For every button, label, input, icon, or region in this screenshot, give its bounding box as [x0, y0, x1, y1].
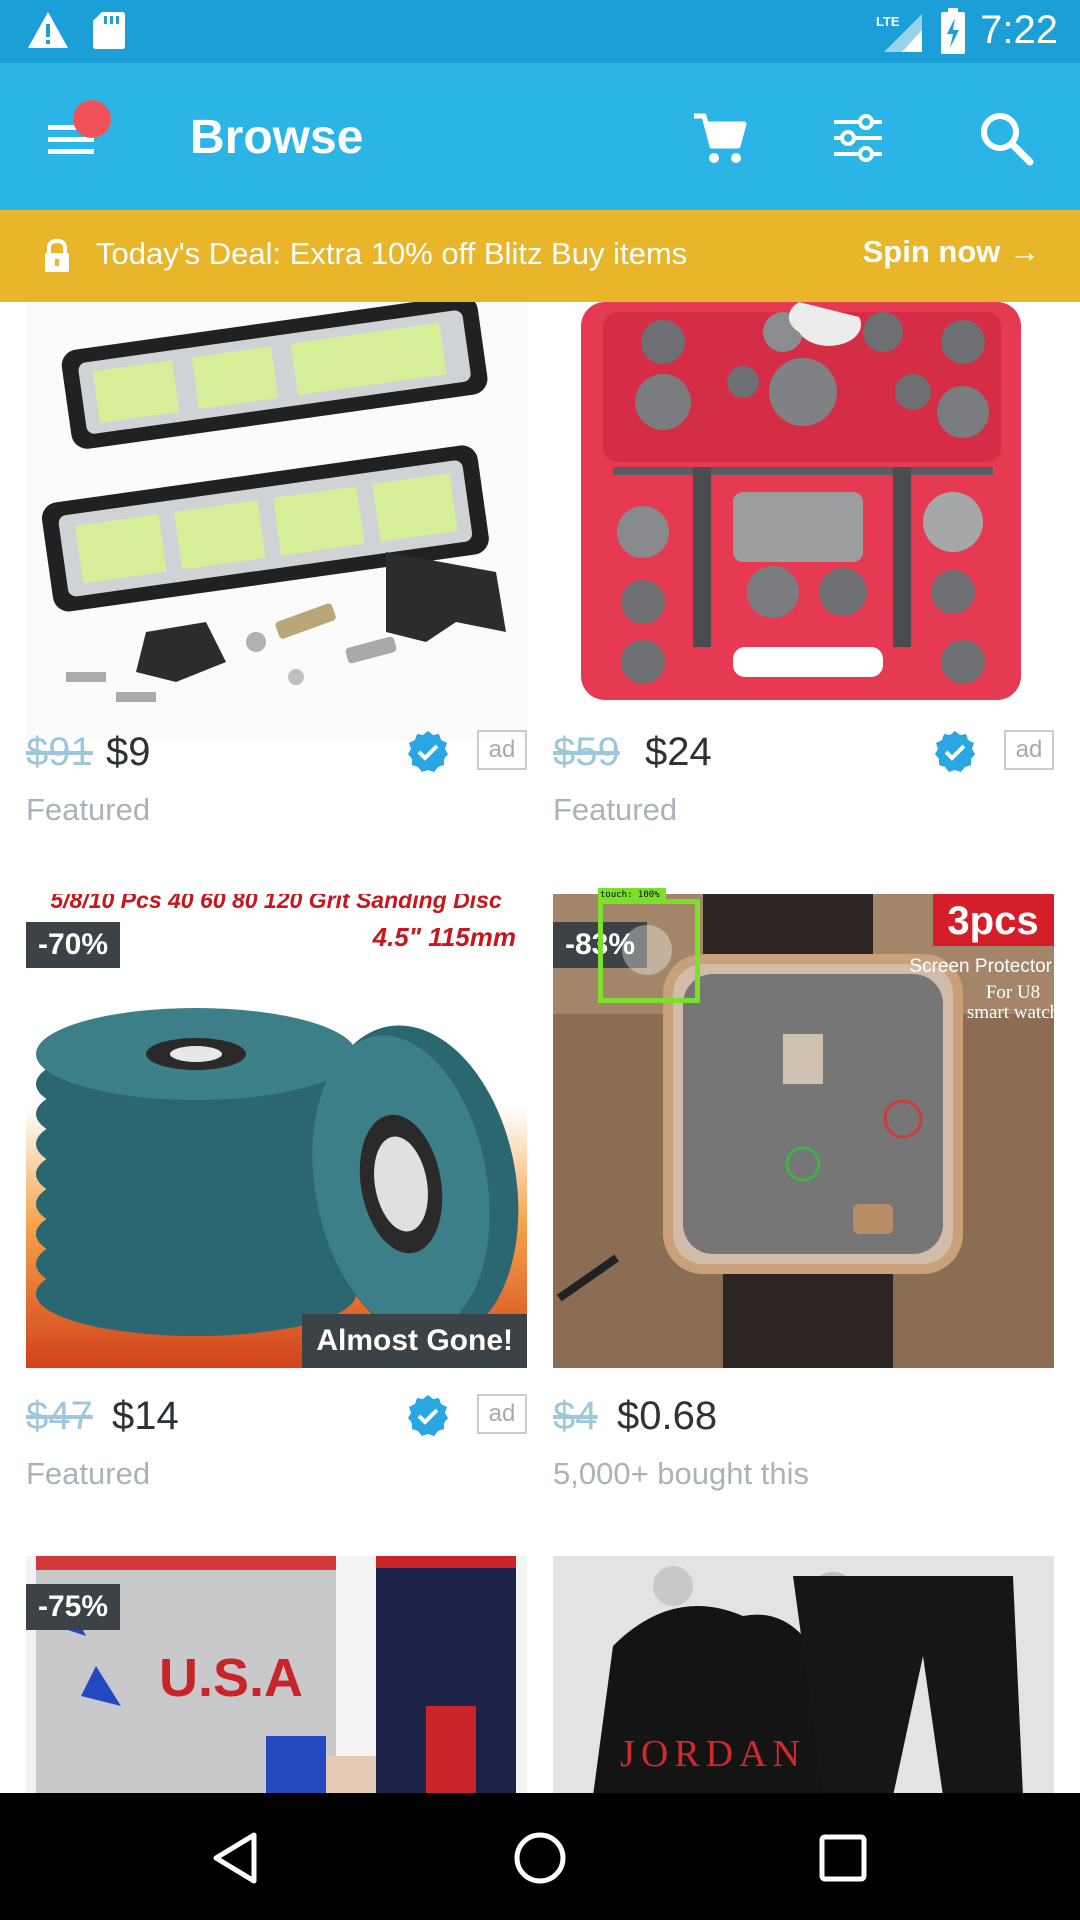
home-icon[interactable]	[505, 1823, 575, 1893]
image-tag-device: smart watch	[967, 1002, 1054, 1023]
product-grid: $91 $9 ad Featured $59 $24 ad Featured 5…	[0, 302, 1080, 1793]
deal-banner[interactable]: Today's Deal: Extra 10% off Blitz Buy it…	[0, 210, 1080, 302]
ad-label: ad	[477, 1394, 527, 1434]
ad-label: ad	[1004, 730, 1054, 770]
lock-icon	[42, 238, 72, 279]
search-icon[interactable]	[976, 108, 1036, 168]
original-price: $91	[26, 730, 93, 774]
product-card[interactable]: U.S.A -75%	[26, 1556, 527, 1793]
battery-charging-icon	[940, 8, 966, 59]
signal-icon: LTE	[876, 12, 924, 59]
almost-gone-badge: Almost Gone!	[302, 1314, 527, 1368]
product-image[interactable]	[26, 302, 527, 740]
back-icon[interactable]	[202, 1823, 272, 1893]
product-card[interactable]: $59 $24 ad Featured	[553, 302, 1054, 842]
image-print-text: U.S.A	[159, 1648, 303, 1708]
product-card[interactable]: JORDAN	[553, 1556, 1054, 1793]
price-row: $91 $9 ad	[26, 730, 527, 790]
image-tag-type: Screen Protector	[909, 956, 1052, 977]
sale-price: $24	[645, 730, 712, 774]
price-row: $47 $14 ad	[26, 1394, 527, 1454]
product-image[interactable]: JORDAN	[553, 1556, 1054, 1793]
ad-label: ad	[477, 730, 527, 770]
product-image[interactable]: U.S.A -75%	[26, 1556, 527, 1793]
recents-icon[interactable]	[808, 1823, 878, 1893]
filter-icon[interactable]	[828, 108, 888, 168]
sd-card-icon	[92, 10, 126, 55]
deal-text: Today's Deal: Extra 10% off Blitz Buy it…	[96, 236, 688, 271]
discount-badge: -70%	[26, 922, 121, 968]
price-row: $4 $0.68	[553, 1394, 1054, 1454]
product-card[interactable]: 5/8/10 Pcs 40 60 80 120 Grit Sanding Dis…	[26, 894, 527, 1494]
image-caption: 5/8/10 Pcs 40 60 80 120 Grit Sanding Dis…	[50, 894, 502, 913]
status-time: 7:22	[980, 8, 1058, 52]
verified-icon	[406, 1394, 450, 1438]
price-row: $59 $24 ad	[553, 730, 1054, 790]
image-print-text: JORDAN	[620, 1733, 806, 1775]
original-price: $4	[553, 1394, 598, 1438]
image-tag-count: 3pcs	[947, 899, 1038, 943]
product-subtitle: Featured	[26, 1456, 151, 1491]
discount-badge: -75%	[26, 1584, 121, 1630]
image-caption-size: 4.5" 115mm	[372, 922, 516, 952]
spin-now-button[interactable]: Spin now →	[863, 234, 1040, 270]
original-price: $59	[553, 730, 620, 774]
page-title: Browse	[190, 111, 364, 164]
sale-price: $0.68	[617, 1394, 718, 1438]
cart-icon[interactable]	[690, 108, 750, 168]
image-tag-model: For U8	[986, 982, 1040, 1003]
touch-point	[622, 925, 672, 975]
verified-icon	[406, 730, 450, 774]
app-bar: Browse	[0, 63, 1080, 210]
product-image[interactable]: 5/8/10 Pcs 40 60 80 120 Grit Sanding Dis…	[26, 894, 527, 1368]
notification-dot	[73, 100, 111, 138]
sale-price: $9	[106, 730, 151, 774]
alert-icon	[26, 10, 70, 55]
product-subtitle: 5,000+ bought this	[553, 1456, 809, 1491]
navigation-bar	[0, 1793, 1080, 1920]
screen: LTE 7:22 Browse Today's Deal: Extra 10% …	[0, 0, 1080, 1920]
product-card[interactable]: $91 $9 ad Featured	[26, 302, 527, 842]
sale-price: $14	[112, 1394, 179, 1438]
status-bar: LTE 7:22	[0, 0, 1080, 63]
product-image[interactable]	[553, 302, 1054, 740]
product-subtitle: Featured	[553, 792, 678, 827]
verified-icon	[933, 730, 977, 774]
product-subtitle: Featured	[26, 792, 151, 827]
network-type-label: LTE	[876, 14, 900, 29]
original-price: $47	[26, 1394, 93, 1438]
